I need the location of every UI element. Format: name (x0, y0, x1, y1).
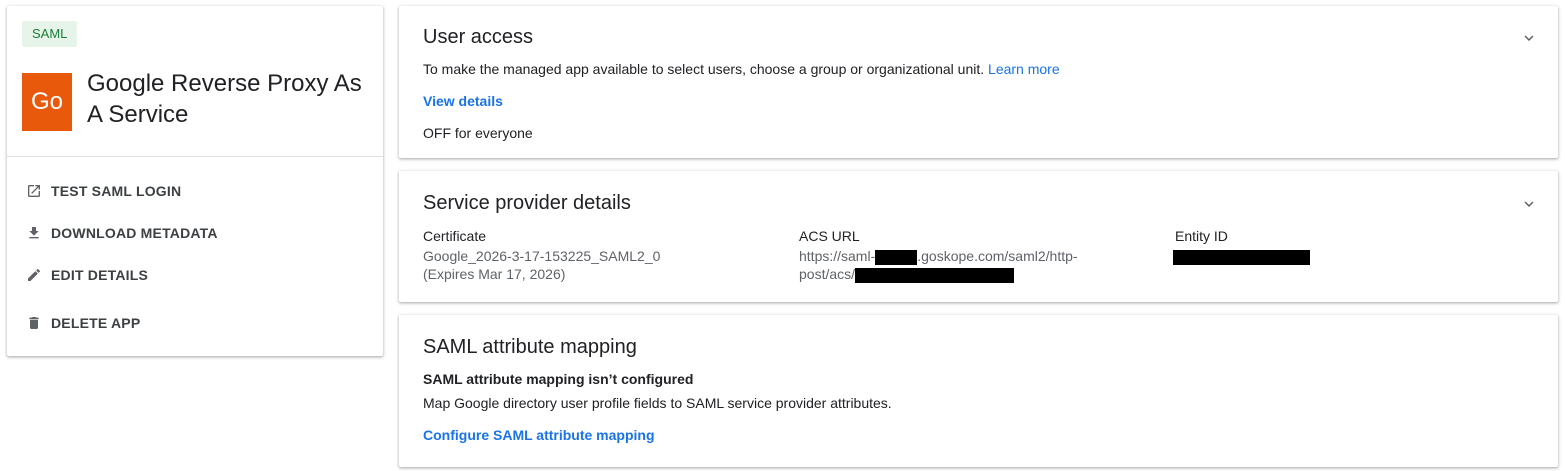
saml-attribute-mapping-card: SAML attribute mapping SAML attribute ma… (399, 315, 1558, 467)
redacted-block (1173, 249, 1310, 265)
app-summary-card: SAML Go Google Reverse Proxy As A Servic… (7, 6, 383, 356)
delete-app-button[interactable]: DELETE APP (25, 313, 140, 333)
attribute-mapping-description: Map Google directory user profile fields… (423, 395, 892, 411)
acs-url-line2: post/acs/ (799, 266, 856, 282)
edit-details-label: EDIT DETAILS (51, 267, 149, 283)
test-saml-login-button[interactable]: TEST SAML LOGIN (25, 181, 181, 201)
download-metadata-button[interactable]: DOWNLOAD METADATA (25, 223, 218, 243)
pencil-icon (25, 266, 43, 284)
acs-url-middle: .goskope.com/saml2/http- (917, 248, 1078, 264)
trash-icon (25, 314, 43, 332)
expand-chevron-icon[interactable] (1520, 29, 1538, 47)
expand-chevron-icon[interactable] (1520, 195, 1538, 213)
certificate-value: Google_2026-3-17-153225_SAML2_0 (Expires… (423, 247, 660, 283)
certificate-label: Certificate (423, 228, 487, 244)
acs-url-label: ACS URL (799, 228, 860, 244)
user-access-status: OFF for everyone (423, 125, 533, 141)
service-provider-title: Service provider details (423, 192, 631, 214)
edit-details-button[interactable]: EDIT DETAILS (25, 265, 148, 285)
certificate-expiry: (Expires Mar 17, 2026) (423, 266, 566, 282)
service-provider-card[interactable]: Service provider details Certificate Goo… (399, 171, 1558, 302)
user-access-title: User access (423, 26, 534, 48)
redacted-block (875, 249, 918, 265)
user-access-description: To make the managed app available to sel… (423, 61, 985, 77)
user-access-card[interactable]: User access To make the managed app avai… (399, 6, 1558, 158)
attribute-mapping-status: SAML attribute mapping isn’t configured (423, 371, 694, 387)
download-metadata-label: DOWNLOAD METADATA (51, 225, 218, 241)
configure-attribute-mapping-link[interactable]: Configure SAML attribute mapping (423, 427, 655, 443)
certificate-section: Certificate Google_2026-3-17-153225_SAML… (423, 227, 660, 283)
download-icon (25, 224, 43, 242)
user-access-description-row: To make the managed app available to sel… (423, 61, 1060, 77)
certificate-name: Google_2026-3-17-153225_SAML2_0 (423, 248, 661, 264)
acs-url-value: https://saml- .goskope.com/saml2/http- po… (799, 247, 1078, 283)
open-in-new-icon (25, 182, 43, 200)
app-name: Google Reverse Proxy As A Service (87, 70, 362, 128)
redacted-block (855, 267, 1015, 283)
test-saml-login-label: TEST SAML LOGIN (51, 183, 182, 199)
entity-id-label: Entity ID (1175, 228, 1228, 244)
delete-app-label: DELETE APP (51, 315, 141, 331)
learn-more-link[interactable]: Learn more (988, 61, 1060, 77)
app-logo: Go (22, 73, 72, 131)
view-details-link[interactable]: View details (423, 93, 503, 109)
saml-badge: SAML (22, 21, 78, 47)
acs-url-section: ACS URL https://saml- .goskope.com/saml2/… (799, 227, 1078, 283)
card-divider (7, 156, 383, 157)
entity-id-section: Entity ID (1173, 227, 1310, 265)
attribute-mapping-title: SAML attribute mapping (423, 336, 637, 358)
entity-id-value (1173, 247, 1310, 265)
acs-url-prefix: https://saml- (799, 248, 876, 264)
